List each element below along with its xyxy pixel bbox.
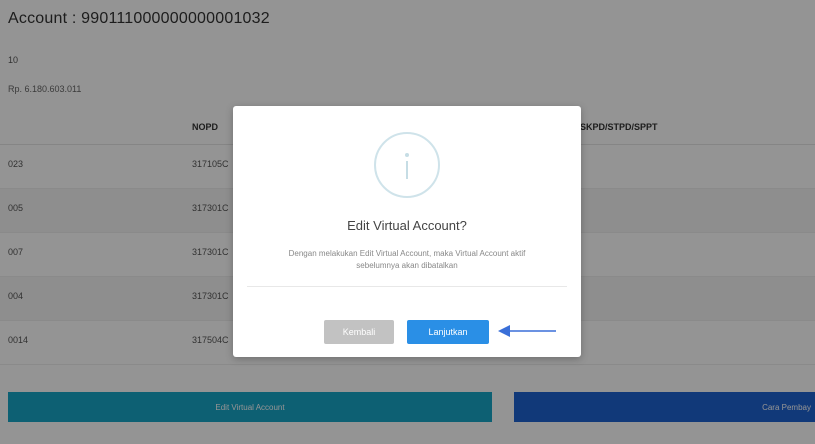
info-icon-dot — [405, 153, 409, 157]
back-button[interactable]: Kembali — [324, 320, 394, 344]
dialog-message-line: Dengan melakukan Edit Virtual Account, m… — [288, 249, 526, 258]
info-icon — [374, 132, 440, 198]
dialog-title: Edit Virtual Account? — [347, 218, 467, 233]
dialog-message-line: sebelumnya akan dibatalkan — [356, 261, 458, 270]
info-icon-bar — [406, 161, 408, 179]
page: Account : 990111000000000001032 10 Rp. 6… — [0, 0, 815, 444]
dialog-message: Dengan melakukan Edit Virtual Account, m… — [253, 248, 561, 272]
dialog-divider — [247, 286, 567, 287]
arrow-left-icon — [498, 325, 556, 337]
continue-button[interactable]: Lanjutkan — [407, 320, 489, 344]
confirm-dialog: Edit Virtual Account? Dengan melakukan E… — [233, 106, 581, 357]
